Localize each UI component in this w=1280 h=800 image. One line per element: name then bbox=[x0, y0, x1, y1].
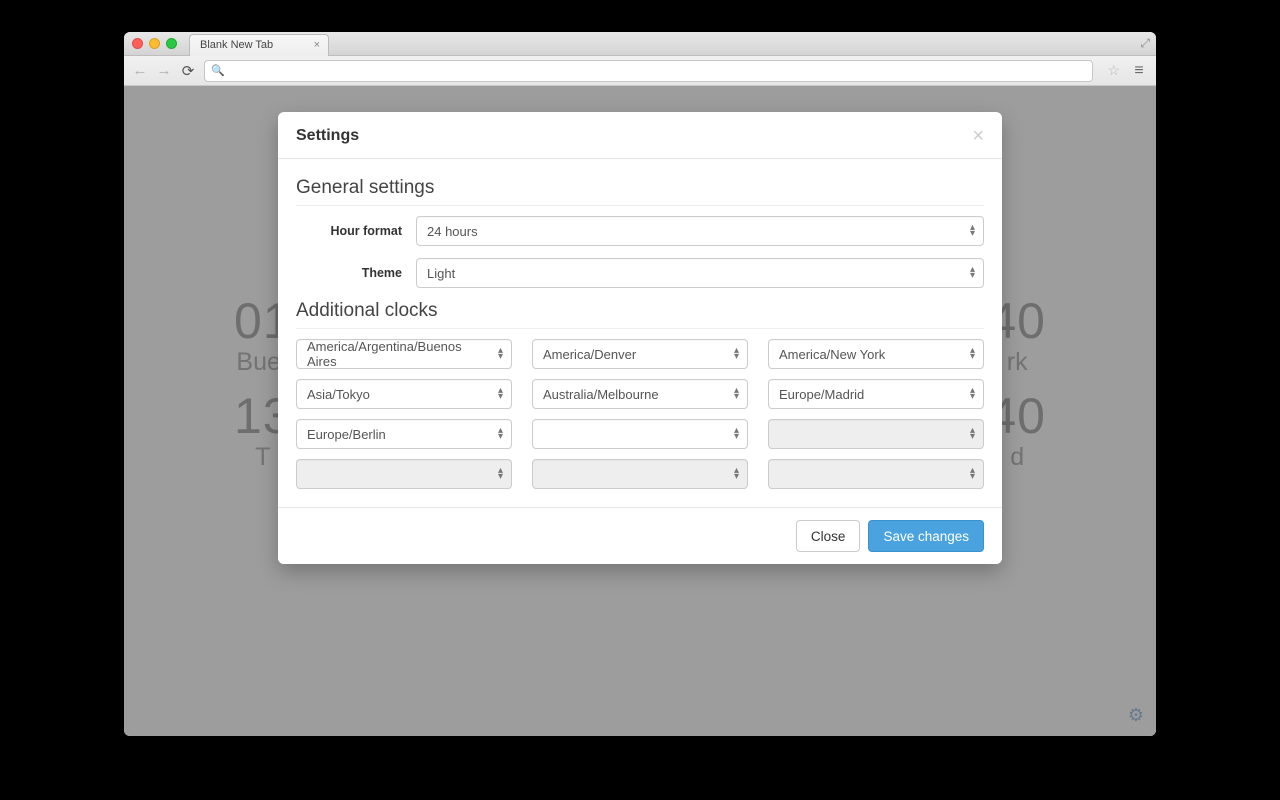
chevron-updown-icon: ▴▾ bbox=[734, 388, 739, 400]
close-button[interactable]: Close bbox=[796, 520, 861, 552]
section-general: General settings bbox=[296, 177, 984, 206]
clock-select-6[interactable]: Europe/Madrid ▴▾ bbox=[768, 379, 984, 409]
chevron-updown-icon: ▴▾ bbox=[970, 428, 975, 440]
clock-select-7[interactable]: Europe/Berlin ▴▾ bbox=[296, 419, 512, 449]
reload-icon[interactable]: ⟳ bbox=[180, 62, 196, 80]
window-zoom-icon[interactable] bbox=[166, 38, 177, 49]
chevron-updown-icon: ▴▾ bbox=[498, 388, 503, 400]
back-icon[interactable]: ← bbox=[132, 62, 148, 79]
window-controls bbox=[132, 38, 177, 49]
clock-select-10: ▴▾ bbox=[296, 459, 512, 489]
clock-select-5[interactable]: Australia/Melbourne ▴▾ bbox=[532, 379, 748, 409]
chevron-updown-icon: ▴▾ bbox=[734, 348, 739, 360]
modal-header: Settings × bbox=[278, 112, 1002, 159]
chevron-updown-icon: ▴▾ bbox=[970, 388, 975, 400]
clock-select-8[interactable]: ▴▾ bbox=[532, 419, 748, 449]
save-button-label: Save changes bbox=[883, 529, 969, 544]
chevron-updown-icon: ▴▾ bbox=[734, 468, 739, 480]
chevron-updown-icon: ▴▾ bbox=[970, 348, 975, 360]
modal-title: Settings bbox=[296, 127, 359, 145]
section-clocks: Additional clocks bbox=[296, 300, 984, 329]
clock-select-value: Asia/Tokyo bbox=[307, 387, 370, 402]
address-bar[interactable]: 🔍 bbox=[204, 60, 1093, 82]
chevron-updown-icon: ▴▾ bbox=[970, 468, 975, 480]
fullscreen-icon[interactable]: ⤢ bbox=[1140, 36, 1150, 51]
chevron-updown-icon: ▴▾ bbox=[498, 468, 503, 480]
modal-body: General settings Hour format 24 hours ▴▾… bbox=[278, 159, 1002, 507]
hour-format-select[interactable]: 24 hours ▴▾ bbox=[416, 216, 984, 246]
clock-select-1[interactable]: America/Argentina/Buenos Aires ▴▾ bbox=[296, 339, 512, 369]
modal-overlay: Settings × General settings Hour format … bbox=[124, 86, 1156, 736]
page-viewport: 01 Buer 40 rk 13 T 40 d Berlin bbox=[124, 86, 1156, 736]
window-close-icon[interactable] bbox=[132, 38, 143, 49]
chevron-updown-icon: ▴▾ bbox=[970, 225, 975, 237]
theme-value: Light bbox=[427, 266, 455, 281]
close-button-label: Close bbox=[811, 529, 846, 544]
tab-title: Blank New Tab bbox=[200, 39, 273, 51]
clock-select-value: Australia/Melbourne bbox=[543, 387, 659, 402]
clock-select-value: Europe/Berlin bbox=[307, 427, 386, 442]
browser-tab[interactable]: Blank New Tab × bbox=[189, 34, 329, 56]
clock-select-value: America/Denver bbox=[543, 347, 636, 362]
chevron-updown-icon: ▴▾ bbox=[498, 428, 503, 440]
hour-format-value: 24 hours bbox=[427, 224, 478, 239]
tab-close-icon[interactable]: × bbox=[314, 39, 320, 51]
chevron-updown-icon: ▴▾ bbox=[498, 348, 503, 360]
clock-select-2[interactable]: America/Denver ▴▾ bbox=[532, 339, 748, 369]
menu-icon[interactable]: ≡ bbox=[1130, 62, 1148, 80]
titlebar: Blank New Tab × ⤢ bbox=[124, 32, 1156, 56]
modal-footer: Close Save changes bbox=[278, 507, 1002, 564]
clock-select-4[interactable]: Asia/Tokyo ▴▾ bbox=[296, 379, 512, 409]
clock-grid: America/Argentina/Buenos Aires▴▾America/… bbox=[296, 339, 984, 489]
clock-select-12: ▴▾ bbox=[768, 459, 984, 489]
search-icon: 🔍 bbox=[211, 64, 225, 77]
clock-select-11: ▴▾ bbox=[532, 459, 748, 489]
hour-format-row: Hour format 24 hours ▴▾ bbox=[296, 216, 984, 246]
hour-format-label: Hour format bbox=[296, 224, 416, 238]
browser-window: Blank New Tab × ⤢ ← → ⟳ 🔍 ☆ ≡ 01 Buer 40… bbox=[124, 32, 1156, 736]
theme-select[interactable]: Light ▴▾ bbox=[416, 258, 984, 288]
clock-select-value: America/Argentina/Buenos Aires bbox=[307, 339, 487, 369]
close-icon[interactable]: × bbox=[972, 126, 984, 146]
save-button[interactable]: Save changes bbox=[868, 520, 984, 552]
settings-modal: Settings × General settings Hour format … bbox=[278, 112, 1002, 564]
chevron-updown-icon: ▴▾ bbox=[734, 428, 739, 440]
theme-label: Theme bbox=[296, 266, 416, 280]
forward-icon[interactable]: → bbox=[156, 62, 172, 79]
theme-row: Theme Light ▴▾ bbox=[296, 258, 984, 288]
clock-select-3[interactable]: America/New York ▴▾ bbox=[768, 339, 984, 369]
window-minimize-icon[interactable] bbox=[149, 38, 160, 49]
bookmark-icon[interactable]: ☆ bbox=[1107, 62, 1120, 79]
clock-select-value: America/New York bbox=[779, 347, 885, 362]
toolbar: ← → ⟳ 🔍 ☆ ≡ bbox=[124, 56, 1156, 86]
chevron-updown-icon: ▴▾ bbox=[970, 267, 975, 279]
clock-select-value: Europe/Madrid bbox=[779, 387, 864, 402]
clock-select-9: ▴▾ bbox=[768, 419, 984, 449]
